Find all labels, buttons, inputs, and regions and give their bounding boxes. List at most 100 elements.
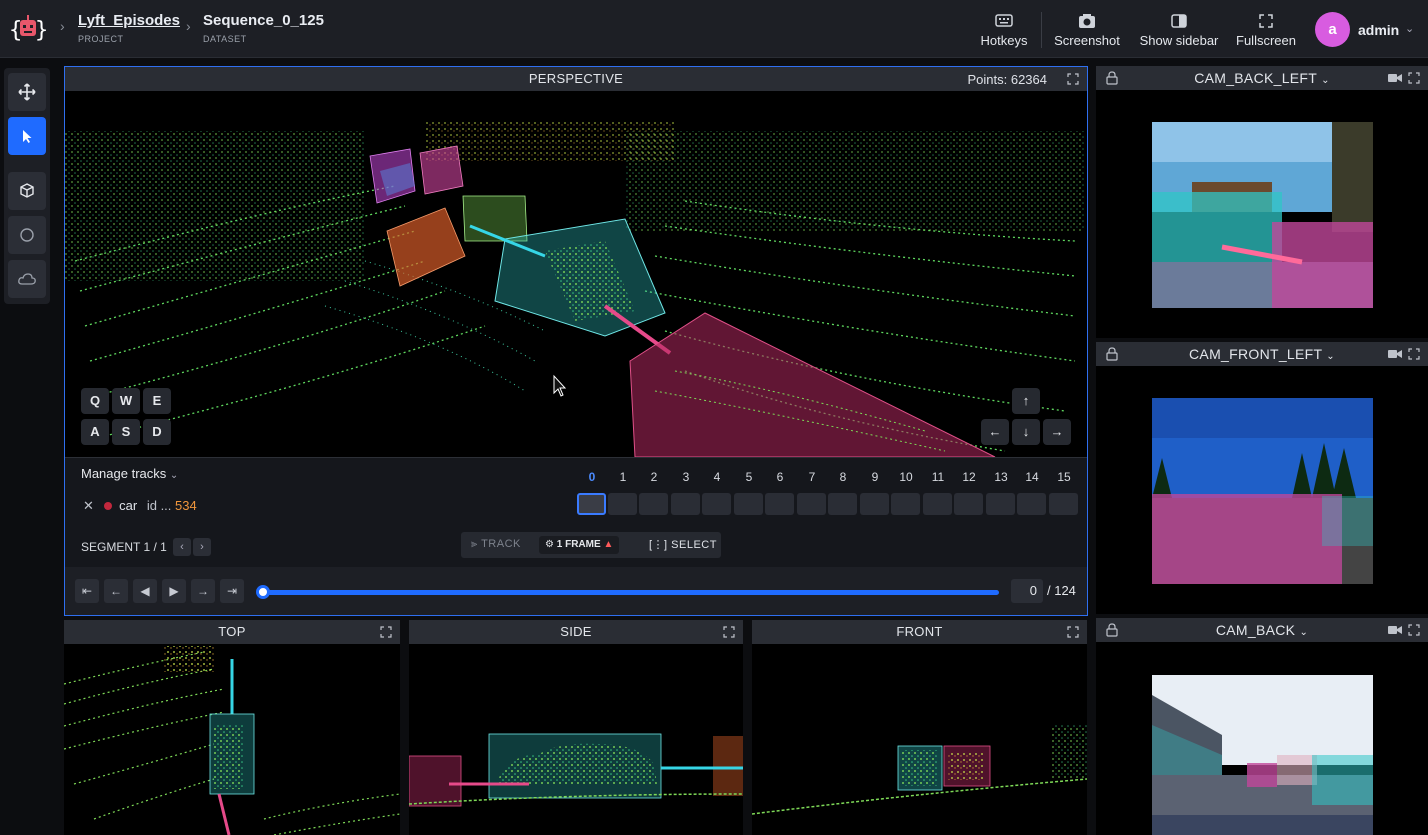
frame-cell[interactable] [986, 493, 1015, 515]
cuboid-tool-button[interactable] [8, 172, 46, 210]
robot-logo-icon[interactable]: { } [8, 10, 48, 48]
frame-input[interactable]: 0 [1011, 579, 1043, 603]
video-icon[interactable] [1388, 348, 1402, 360]
frame-cell[interactable] [860, 493, 889, 515]
frame-number[interactable]: 9 [860, 470, 890, 484]
lock-icon[interactable] [1106, 623, 1118, 637]
camera-image-back[interactable] [1152, 675, 1373, 835]
track-mode-button[interactable]: ⫸ TRACK [471, 538, 521, 551]
expand-icon[interactable] [723, 626, 735, 638]
top-view-title-text: TOP [218, 624, 246, 639]
expand-icon[interactable] [1067, 73, 1079, 85]
expand-icon[interactable] [1408, 348, 1420, 360]
close-icon[interactable]: ✕ [83, 498, 94, 513]
arrow-right-button[interactable]: → [1043, 419, 1071, 445]
segment-next-button[interactable]: › [193, 538, 211, 556]
video-icon[interactable] [1388, 72, 1402, 84]
segment-prev-button[interactable]: ‹ [173, 538, 191, 556]
step-forward-icon[interactable]: → [191, 579, 215, 603]
frame-number[interactable]: 13 [986, 470, 1016, 484]
frame-cell[interactable] [734, 493, 763, 515]
frame-number[interactable]: 14 [1017, 470, 1047, 484]
frame-number[interactable]: 0 [577, 470, 607, 484]
video-icon[interactable] [1388, 624, 1402, 636]
frame-cell[interactable] [702, 493, 731, 515]
camera-title-dropdown[interactable]: CAM_BACK ⌄ [1096, 618, 1428, 642]
key-q-button[interactable]: Q [81, 388, 109, 414]
timeline-slider[interactable] [263, 590, 999, 595]
frame-cell[interactable] [1017, 493, 1046, 515]
select-tool-button[interactable] [8, 117, 46, 155]
frame-cell[interactable] [923, 493, 952, 515]
arrow-up-button[interactable]: ↑ [1012, 388, 1040, 414]
breadcrumb-project[interactable]: Lyft_Episodes PROJECT [78, 12, 180, 44]
manage-tracks-dropdown[interactable]: Manage tracks ⌄ [81, 466, 178, 481]
arrow-left-button[interactable]: ← [981, 419, 1009, 445]
play-icon[interactable]: ▶ [162, 579, 186, 603]
point-cloud-3d-view[interactable] [65, 91, 1087, 457]
frame-number[interactable]: 15 [1049, 470, 1079, 484]
camera-title-dropdown[interactable]: CAM_BACK_LEFT ⌄ [1096, 66, 1428, 90]
camera-image-back-left[interactable] [1152, 122, 1373, 308]
frame-cell[interactable] [891, 493, 920, 515]
frame-number[interactable]: 7 [797, 470, 827, 484]
track-row[interactable]: ✕ car id ... 534 [83, 498, 197, 514]
avatar[interactable]: a [1315, 12, 1350, 47]
frame-number[interactable]: 1 [608, 470, 638, 484]
frame-cell[interactable] [577, 493, 606, 515]
key-s-button[interactable]: S [112, 419, 140, 445]
key-e-button[interactable]: E [143, 388, 171, 414]
key-a-button[interactable]: A [81, 419, 109, 445]
select-mode-button[interactable]: [⋮] SELECT [649, 538, 717, 551]
frame-cell[interactable] [828, 493, 857, 515]
username[interactable]: admin [1358, 22, 1399, 38]
circle-tool-button[interactable] [8, 216, 46, 254]
lock-icon[interactable] [1106, 347, 1118, 361]
expand-icon[interactable] [1408, 624, 1420, 636]
camera-image-front-left[interactable] [1152, 398, 1373, 584]
frame-cell[interactable] [639, 493, 668, 515]
play-reverse-icon[interactable]: ◀ [133, 579, 157, 603]
first-frame-icon[interactable]: ⇤ [75, 579, 99, 603]
chevron-down-icon[interactable]: ⌄ [1405, 22, 1414, 35]
frame-cell[interactable] [797, 493, 826, 515]
frame-cell[interactable] [608, 493, 637, 515]
frame-number[interactable]: 3 [671, 470, 701, 484]
timeline-slider-handle[interactable] [256, 585, 270, 599]
expand-icon[interactable] [1067, 626, 1079, 638]
expand-icon[interactable] [1408, 72, 1420, 84]
move-icon [18, 83, 36, 101]
frame-number[interactable]: 8 [828, 470, 858, 484]
lock-icon[interactable] [1106, 71, 1118, 85]
frame-cell[interactable] [671, 493, 700, 515]
show-sidebar-button[interactable]: Show sidebar [1136, 12, 1222, 48]
frame-number[interactable]: 2 [639, 470, 669, 484]
frame-number[interactable]: 4 [702, 470, 732, 484]
chevron-down-icon: ⌄ [1299, 627, 1309, 638]
key-d-button[interactable]: D [143, 419, 171, 445]
arrow-down-button[interactable]: ↓ [1012, 419, 1040, 445]
frame-number[interactable]: 6 [765, 470, 795, 484]
frame-number[interactable]: 10 [891, 470, 921, 484]
frame-cell[interactable] [1049, 493, 1078, 515]
fullscreen-button[interactable]: Fullscreen [1234, 12, 1298, 48]
frame-cell[interactable] [954, 493, 983, 515]
top-view-canvas[interactable] [64, 644, 400, 835]
pointcloud-tool-button[interactable] [8, 260, 46, 298]
side-view-canvas[interactable] [409, 644, 743, 835]
project-name[interactable]: Lyft_Episodes [78, 12, 180, 29]
key-w-button[interactable]: W [112, 388, 140, 414]
last-frame-icon[interactable]: ⇥ [220, 579, 244, 603]
frame-number[interactable]: 12 [954, 470, 984, 484]
move-tool-button[interactable] [8, 73, 46, 111]
frame-number[interactable]: 11 [923, 470, 953, 484]
expand-icon[interactable] [380, 626, 392, 638]
screenshot-button[interactable]: Screenshot [1052, 12, 1122, 48]
camera-title-dropdown[interactable]: CAM_FRONT_LEFT ⌄ [1096, 342, 1428, 366]
step-back-icon[interactable]: ← [104, 579, 128, 603]
one-frame-mode-button[interactable]: ⚙ 1 FRAME ▲ [539, 536, 620, 554]
front-view-canvas[interactable] [752, 644, 1087, 835]
frame-number[interactable]: 5 [734, 470, 764, 484]
hotkeys-button[interactable]: Hotkeys [978, 12, 1030, 48]
frame-cell[interactable] [765, 493, 794, 515]
